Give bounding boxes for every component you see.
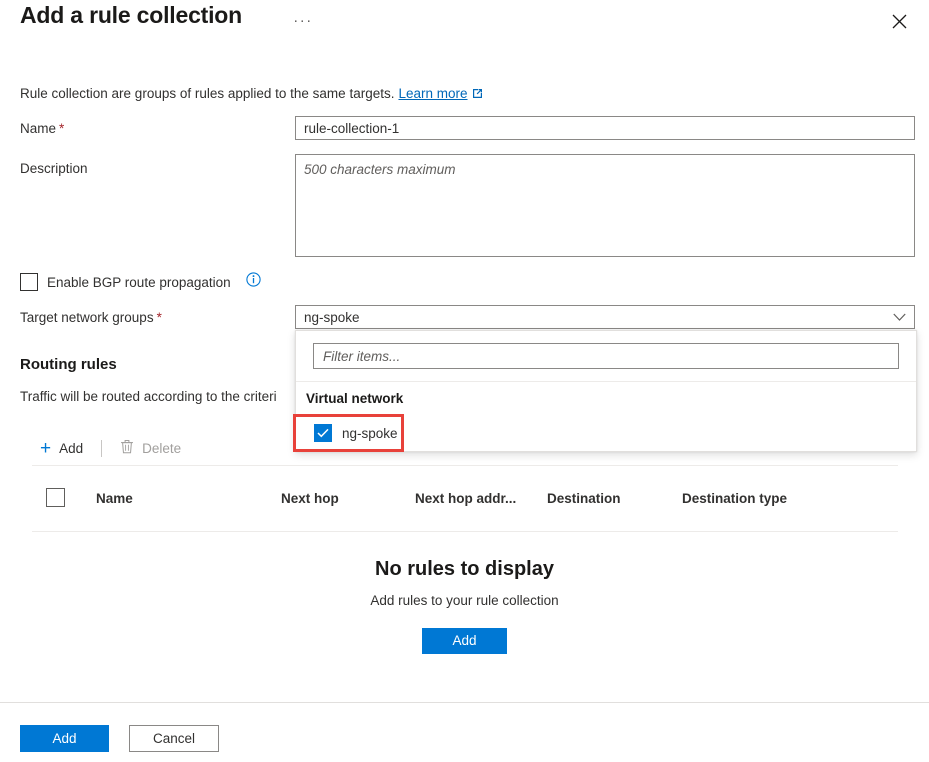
more-options-button[interactable]: ··· — [291, 8, 315, 32]
info-icon[interactable] — [245, 272, 261, 292]
enable-bgp-checkbox[interactable] — [20, 273, 38, 291]
routing-rules-commandbar: + Add Delete — [32, 433, 189, 463]
close-button[interactable] — [884, 6, 914, 36]
intro-sentence: Rule collection are groups of rules appl… — [20, 86, 395, 101]
column-header-next-hop[interactable]: Next hop — [281, 491, 339, 506]
column-header-destination-type[interactable]: Destination type — [682, 491, 787, 506]
close-icon — [892, 14, 906, 28]
target-network-groups-value: ng-spoke — [304, 309, 360, 325]
enable-bgp-route-propagation-row[interactable]: Enable BGP route propagation — [20, 272, 261, 292]
target-network-groups-dropdown-panel: Virtual network ng-spoke — [295, 330, 917, 452]
delete-rule-command-label: Delete — [142, 440, 182, 456]
add-rule-command-label: Add — [59, 440, 84, 456]
dropdown-option-ng-spoke[interactable]: ng-spoke — [307, 420, 408, 446]
rules-table-header: Name Next hop Next hop addr... Destinati… — [32, 466, 898, 531]
enable-bgp-label: Enable BGP route propagation — [47, 274, 231, 290]
column-header-destination[interactable]: Destination — [547, 491, 621, 506]
external-link-icon — [472, 87, 483, 102]
column-header-name[interactable]: Name — [96, 491, 133, 506]
learn-more-link[interactable]: Learn more — [398, 86, 467, 101]
target-network-groups-label: Target network groups * — [20, 310, 162, 325]
add-rule-command[interactable]: + Add — [32, 433, 91, 463]
name-required-marker: * — [59, 121, 65, 136]
empty-state-add-button[interactable]: Add — [422, 628, 507, 654]
select-all-checkbox[interactable] — [46, 488, 65, 507]
footer-bar: Add Cancel — [0, 703, 929, 762]
name-input[interactable] — [295, 116, 915, 140]
table-header-bottom-divider — [32, 531, 898, 532]
dropdown-option-checkbox[interactable] — [314, 424, 332, 442]
routing-rules-subtext: Traffic will be routed according to the … — [20, 389, 277, 404]
dropdown-group-header: Virtual network — [306, 391, 404, 406]
dropdown-filter-wrap — [296, 331, 916, 369]
commandbar-divider — [101, 439, 103, 457]
routing-rules-heading: Routing rules — [20, 356, 117, 373]
intro-text: Rule collection are groups of rules appl… — [20, 86, 483, 102]
delete-rule-command[interactable]: Delete — [112, 433, 189, 463]
plus-icon: + — [40, 437, 52, 459]
empty-state-subtitle: Add rules to your rule collection — [370, 593, 559, 608]
target-network-groups-required-marker: * — [156, 310, 162, 325]
footer-add-button[interactable]: Add — [20, 725, 109, 752]
description-textarea[interactable] — [295, 154, 915, 257]
dropdown-option-label: ng-spoke — [342, 425, 398, 441]
column-header-next-hop-address[interactable]: Next hop addr... — [415, 491, 516, 506]
page-title: Add a rule collection — [20, 2, 243, 28]
trash-icon — [120, 439, 134, 457]
name-label: Name * — [20, 121, 64, 136]
dropdown-filter-input[interactable] — [313, 343, 899, 369]
target-network-groups-label-text: Target network groups — [20, 310, 154, 325]
rules-empty-state: No rules to display Add rules to your ru… — [0, 558, 929, 654]
chevron-down-icon[interactable] — [893, 310, 906, 325]
footer-cancel-button[interactable]: Cancel — [129, 725, 219, 752]
name-label-text: Name — [20, 121, 57, 136]
empty-state-title: No rules to display — [375, 558, 554, 580]
check-icon — [317, 428, 329, 438]
add-rule-collection-blade: Add a rule collection ··· Rule collectio… — [0, 0, 929, 762]
description-label: Description — [20, 161, 88, 176]
select-all-checkbox-wrap[interactable] — [46, 488, 65, 512]
target-network-groups-combobox[interactable]: ng-spoke — [295, 305, 915, 329]
